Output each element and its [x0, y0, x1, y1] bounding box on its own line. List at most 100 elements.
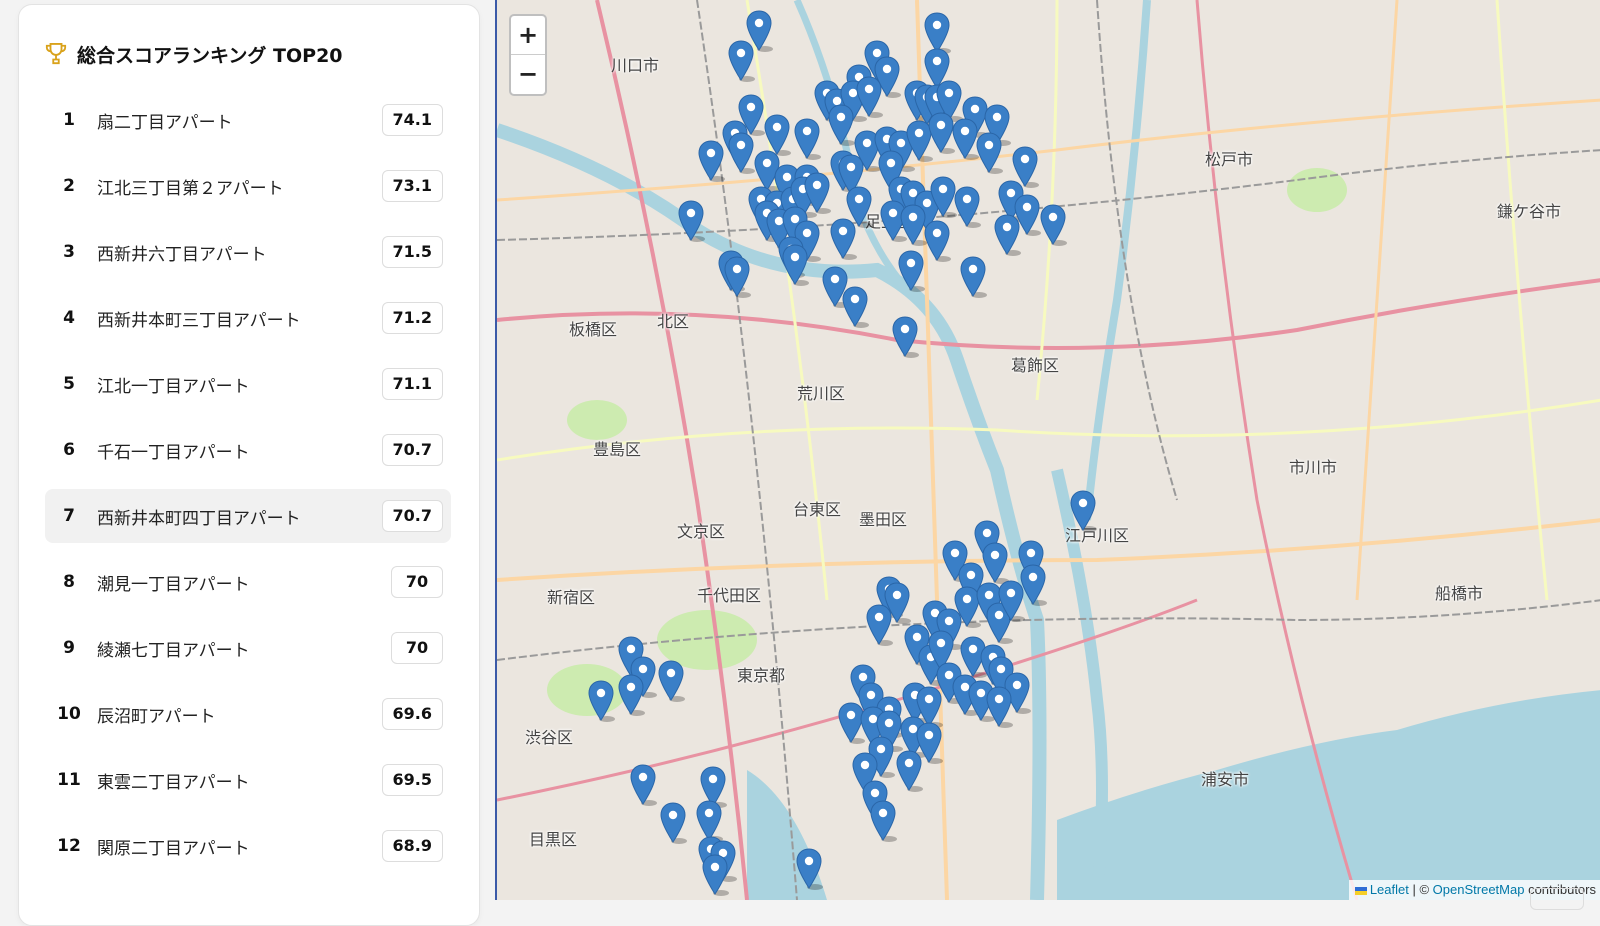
ranking-row-5[interactable]: 5 江北一丁目アパート 71.1 [45, 357, 451, 411]
rank-number: 6 [63, 440, 75, 460]
map-marker-icon[interactable] [1039, 204, 1067, 246]
ranking-row-6[interactable]: 6 千石一丁目アパート 70.7 [45, 423, 451, 477]
map-marker-icon[interactable] [923, 220, 951, 262]
place-label: 川口市 [611, 56, 660, 75]
map-view[interactable]: 川口市 松戸市 鎌ケ谷市 板橋区 北区 葛飾区 荒川区 豊島区 市川市 台東区 … [495, 0, 1600, 900]
place-label: 渋谷区 [525, 728, 574, 747]
map-marker-icon[interactable] [897, 250, 925, 292]
place-label: 文京区 [677, 522, 726, 541]
apartment-name: 辰沼町アパート [97, 706, 216, 727]
place-label: 目黒区 [529, 830, 578, 849]
rank-number: 1 [63, 110, 75, 130]
ranking-row-2[interactable]: 2 江北三丁目第２アパート 73.1 [45, 159, 451, 213]
map-marker-icon[interactable] [723, 256, 751, 298]
map-marker-icon[interactable] [985, 686, 1013, 728]
ranking-row-8[interactable]: 8 潮見一丁目アパート 70 [45, 555, 451, 609]
map-marker-icon[interactable] [727, 40, 755, 82]
place-label: 新宿区 [547, 588, 596, 607]
map-marker-icon[interactable] [659, 802, 687, 844]
apartment-name: 千石一丁目アパート [97, 442, 250, 463]
place-label: 鎌ケ谷市 [1497, 202, 1562, 221]
panel-title: 総合スコアランキング TOP20 [77, 44, 343, 67]
map-marker-icon[interactable] [827, 104, 855, 146]
map-marker-icon[interactable] [701, 854, 729, 896]
rank-number: 5 [63, 374, 75, 394]
osm-link[interactable]: OpenStreetMap [1433, 882, 1525, 897]
ukraine-flag-icon [1354, 886, 1367, 895]
place-label: 葛飾区 [1011, 356, 1060, 375]
map-marker-icon[interactable] [1069, 490, 1097, 532]
score-badge: 71.5 [381, 236, 443, 268]
map-marker-icon[interactable] [869, 800, 897, 842]
ranking-row-3[interactable]: 3 西新井六丁目アパート 71.5 [45, 225, 451, 279]
map-marker-icon[interactable] [953, 186, 981, 228]
map-marker-icon[interactable] [629, 764, 657, 806]
panel-header: 総合スコアランキング TOP20 [45, 39, 465, 69]
place-label: 墨田区 [859, 510, 908, 529]
score-badge: 70 [391, 632, 443, 664]
score-badge-partial [1530, 888, 1584, 910]
attribution-separator: | © [1408, 882, 1433, 897]
place-label: 船橋市 [1435, 584, 1484, 603]
place-label: 東京都 [737, 666, 786, 685]
score-badge: 70.7 [381, 500, 443, 532]
map-marker-icon[interactable] [727, 132, 755, 174]
score-badge: 73.1 [381, 170, 443, 202]
ranking-row-12[interactable]: 12 関原二丁目アパート 68.9 [45, 819, 451, 873]
map-marker-icon[interactable] [891, 316, 919, 358]
apartment-name: 綾瀬七丁目アパート [97, 640, 250, 661]
score-badge: 70.7 [381, 434, 443, 466]
zoom-in-button[interactable]: + [511, 16, 545, 55]
map-marker-icon[interactable] [975, 132, 1003, 174]
rank-number: 10 [57, 704, 81, 724]
map-marker-icon[interactable] [959, 256, 987, 298]
leaflet-link[interactable]: Leaflet [1370, 882, 1409, 897]
map-marker-icon[interactable] [587, 680, 615, 722]
ranking-row-10[interactable]: 10 辰沼町アパート 69.6 [45, 687, 451, 741]
map-marker-icon[interactable] [781, 244, 809, 286]
rank-number: 2 [63, 176, 75, 196]
rank-number: 12 [57, 836, 81, 856]
ranking-row-1[interactable]: 1 扇二丁目アパート 74.1 [45, 93, 451, 147]
score-badge: 69.5 [381, 764, 443, 796]
place-label: 松戸市 [1205, 150, 1254, 169]
score-badge: 71.1 [381, 368, 443, 400]
ranking-row-7[interactable]: 7 西新井本町四丁目アパート 70.7 [45, 489, 451, 543]
map-marker-icon[interactable] [865, 604, 893, 646]
place-label: 浦安市 [1201, 770, 1250, 789]
map-marker-icon[interactable] [795, 848, 823, 890]
apartment-name: 扇二丁目アパート [97, 112, 233, 133]
rank-number: 3 [63, 242, 75, 262]
map-marker-icon[interactable] [841, 286, 869, 328]
map-marker-icon[interactable] [829, 218, 857, 260]
apartment-name: 潮見一丁目アパート [97, 574, 250, 595]
map-marker-icon[interactable] [997, 580, 1025, 622]
map-marker-icon[interactable] [895, 750, 923, 792]
map-marker-icon[interactable] [793, 118, 821, 160]
score-badge: 74.1 [381, 104, 443, 136]
rank-number: 7 [63, 506, 75, 526]
trophy-icon [45, 43, 67, 65]
zoom-out-button[interactable]: − [511, 55, 545, 93]
place-label: 台東区 [793, 500, 842, 519]
ranking-row-4[interactable]: 4 西新井本町三丁目アパート 71.2 [45, 291, 451, 345]
map-marker-icon[interactable] [993, 214, 1021, 256]
ranking-row-11[interactable]: 11 東雲二丁目アパート 69.5 [45, 753, 451, 807]
score-badge: 70 [391, 566, 443, 598]
map-marker-icon[interactable] [677, 200, 705, 242]
apartment-name: 西新井六丁目アパート [97, 244, 267, 265]
map-marker-icon[interactable] [855, 76, 883, 118]
apartment-name: 関原二丁目アパート [97, 838, 250, 859]
ranking-row-9[interactable]: 9 綾瀬七丁目アパート 70 [45, 621, 451, 675]
place-label: 北区 [657, 312, 690, 331]
apartment-name: 西新井本町四丁目アパート [97, 508, 301, 529]
map-marker-icon[interactable] [617, 674, 645, 716]
rank-number: 11 [57, 770, 81, 790]
map-marker-icon[interactable] [657, 660, 685, 702]
rank-number: 9 [63, 638, 75, 658]
place-label: 荒川区 [797, 384, 846, 403]
map-marker-icon[interactable] [981, 542, 1009, 584]
map-marker-icon[interactable] [697, 140, 725, 182]
rank-number: 4 [63, 308, 75, 328]
apartment-name: 東雲二丁目アパート [97, 772, 250, 793]
